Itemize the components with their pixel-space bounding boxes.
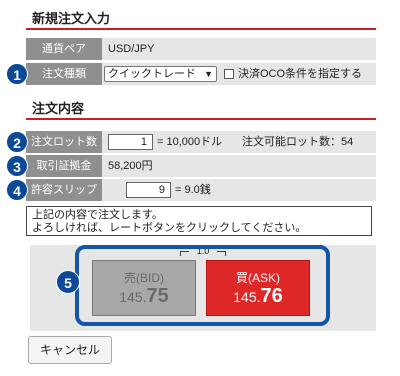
oco-checkbox[interactable] [224, 69, 234, 79]
section-divider [26, 118, 376, 120]
order-type-select[interactable]: クイックトレード ▼ [104, 66, 217, 82]
row-margin: 取引証拠金 58,200円 [26, 155, 376, 177]
slippage-unit-text: = 9.0銭 [175, 184, 211, 196]
cancel-button[interactable]: キャンセル [28, 336, 112, 364]
row-currency-pair: 通貨ペア USD/JPY [26, 38, 376, 60]
lot-unit-text: = 10,000ドル [157, 136, 223, 148]
row-slippage: 許容スリップ 9 = 9.0銭 [26, 179, 376, 201]
oco-checkbox-label[interactable]: 決済OCO条件を指定する [238, 63, 362, 85]
rate-buttons-highlight [75, 245, 330, 326]
row-order-type: 注文種類 クイックトレード ▼ 決済OCO条件を指定する [26, 63, 376, 85]
confirm-message-line1: 上記の内容で注文します。 [32, 209, 163, 221]
slippage-label: 許容スリップ [26, 179, 102, 201]
step-badge-2: 2 [6, 131, 28, 153]
currency-pair-label: 通貨ペア [26, 38, 102, 60]
currency-pair-value: USD/JPY [108, 43, 155, 55]
step-badge-4: 4 [6, 179, 28, 201]
confirm-message-line2: よろしければ、レートボタンをクリックしてください。 [32, 222, 307, 234]
confirm-message: 上記の内容で注文します。 よろしければ、レートボタンをクリックしてください。 [26, 206, 372, 236]
available-lots-text: 注文可能ロット数：54 [242, 136, 354, 148]
chevron-down-icon: ▼ [204, 69, 213, 79]
order-lots-label: 注文ロット数 [26, 131, 102, 153]
slippage-input[interactable]: 9 [126, 182, 171, 198]
row-order-lots: 注文ロット数 1 = 10,000ドル 注文可能ロット数：54 [26, 131, 376, 153]
order-type-label: 注文種類 [26, 63, 102, 85]
order-lots-input[interactable]: 1 [108, 134, 153, 150]
section-title-new-order: 新規注文入力 [32, 11, 111, 26]
order-type-selected: クイックトレード [108, 68, 196, 80]
section-title-order-details: 注文内容 [32, 101, 85, 116]
section-divider [26, 28, 376, 30]
margin-value: 58,200円 [108, 160, 153, 172]
step-badge-3: 3 [6, 155, 28, 177]
step-badge-1: 1 [6, 63, 28, 85]
step-badge-5: 5 [56, 270, 80, 294]
margin-label: 取引証拠金 [26, 155, 102, 177]
